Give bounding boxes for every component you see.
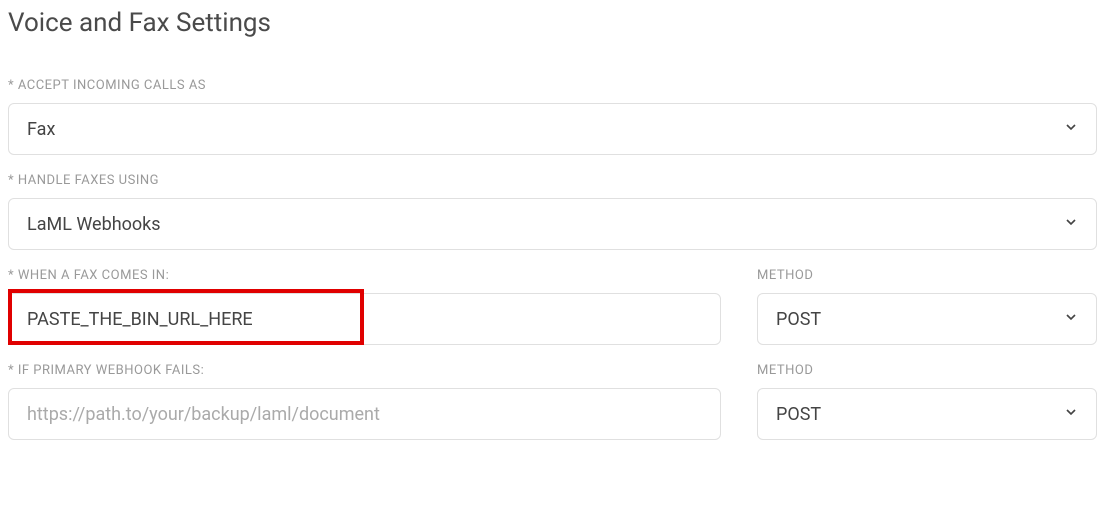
when-fax-group: * WHEN A FAX COMES IN: bbox=[8, 268, 721, 345]
if-primary-method-group: METHOD POST bbox=[757, 363, 1097, 440]
if-primary-method-label: METHOD bbox=[757, 363, 1097, 378]
accept-incoming-label: * ACCEPT INCOMING CALLS AS bbox=[8, 78, 1097, 93]
accept-incoming-value: Fax bbox=[8, 103, 1097, 155]
page-title: Voice and Fax Settings bbox=[8, 8, 1097, 38]
handle-faxes-select[interactable]: LaML Webhooks bbox=[8, 198, 1097, 250]
if-primary-method-value: POST bbox=[757, 388, 1097, 440]
when-fax-method-value: POST bbox=[757, 293, 1097, 345]
if-primary-fails-input[interactable] bbox=[8, 388, 721, 440]
accept-incoming-select[interactable]: Fax bbox=[8, 103, 1097, 155]
when-fax-method-label: METHOD bbox=[757, 268, 1097, 283]
when-fax-input[interactable] bbox=[8, 293, 721, 345]
when-fax-method-select[interactable]: POST bbox=[757, 293, 1097, 345]
if-primary-fails-group: * IF PRIMARY WEBHOOK FAILS: bbox=[8, 363, 721, 440]
handle-faxes-group: * HANDLE FAXES USING LaML Webhooks bbox=[8, 173, 1097, 250]
accept-incoming-group: * ACCEPT INCOMING CALLS AS Fax bbox=[8, 78, 1097, 155]
when-fax-label: * WHEN A FAX COMES IN: bbox=[8, 268, 721, 283]
when-fax-method-group: METHOD POST bbox=[757, 268, 1097, 345]
handle-faxes-label: * HANDLE FAXES USING bbox=[8, 173, 1097, 188]
handle-faxes-value: LaML Webhooks bbox=[8, 198, 1097, 250]
if-primary-method-select[interactable]: POST bbox=[757, 388, 1097, 440]
if-primary-fails-label: * IF PRIMARY WEBHOOK FAILS: bbox=[8, 363, 721, 378]
